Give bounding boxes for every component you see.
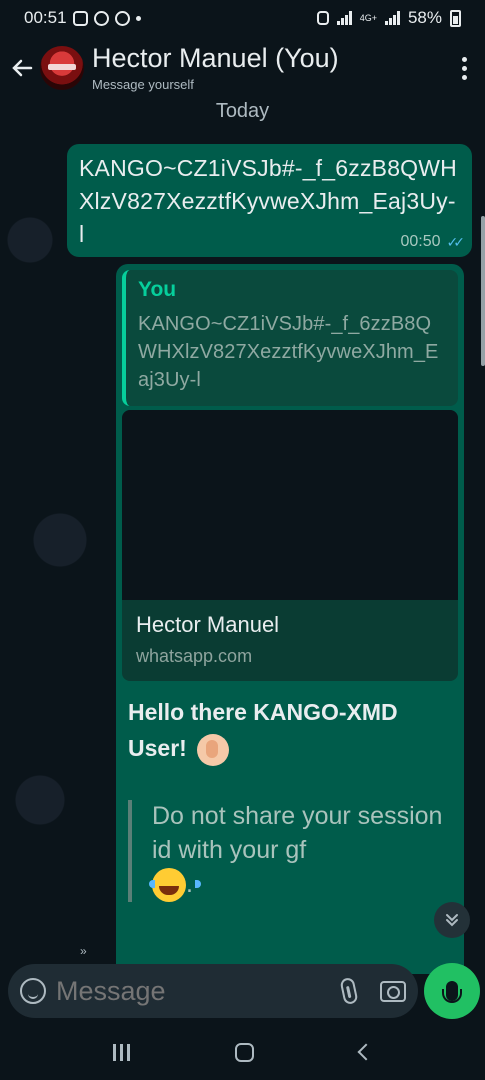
message-time: 00:50 <box>400 233 441 250</box>
home-icon[interactable] <box>235 1042 255 1062</box>
chat-header: Hector Manuel (You) Message yourself <box>0 36 485 100</box>
status-bar: 00:51 4G+ 58% <box>0 0 485 36</box>
greeting-label: Hello there KANGO-XMD User! <box>128 699 398 761</box>
gallery-notification-icon <box>72 10 88 26</box>
telegram-notification-icon <box>114 10 130 26</box>
link-preview-thumbnail <box>122 410 458 600</box>
laughing-tears-icon <box>149 868 201 903</box>
reply-message-bubble[interactable]: You KANGO~CZ1iVSJb#-_f_6zzB8QWHXlzV827Xe… <box>116 264 464 974</box>
contact-subtitle: Message yourself <box>92 76 194 92</box>
forward-icon[interactable]: » <box>80 944 87 958</box>
link-preview-url: whatsapp.com <box>136 646 253 666</box>
link-preview[interactable]: Hector Manuel whatsapp.com <box>122 410 458 681</box>
message-bubble[interactable]: KANGO~CZ1iVSJb#-_f_6zzB8QWHXlzV827Xezztf… <box>67 144 472 257</box>
battery-percent: 58% <box>407 8 442 27</box>
link-preview-title: Hector Manuel <box>136 612 280 637</box>
signal-1-icon <box>336 11 352 25</box>
voice-message-button[interactable] <box>424 963 480 1019</box>
network-type: 4G+ <box>359 13 377 23</box>
quote-block: Do not share your session id with your g… <box>128 800 458 903</box>
quoted-text: KANGO~CZ1iVSJb#-_f_6zzB8QWHXlzV827Xezztf… <box>138 313 439 391</box>
recent-apps-icon[interactable] <box>112 1043 130 1061</box>
double-check-icon: ✓✓ <box>446 233 466 250</box>
whatsapp-notification-icon <box>93 10 109 26</box>
vpn-lock-icon <box>316 11 329 25</box>
camera-icon[interactable] <box>380 980 406 1002</box>
system-nav-bar <box>0 1024 485 1080</box>
contact-info[interactable]: Hector Manuel (You) Message yourself <box>92 43 339 92</box>
paperclip-icon[interactable] <box>339 976 359 1006</box>
message-meta: 00:50 ✓✓ <box>400 233 466 251</box>
mic-icon <box>442 981 462 1003</box>
date-chip: Today <box>0 100 485 123</box>
battery-icon <box>450 9 461 27</box>
avatar[interactable] <box>40 46 84 90</box>
back-arrow-icon[interactable] <box>4 48 40 88</box>
quoted-message[interactable]: You KANGO~CZ1iVSJb#-_f_6zzB8QWHXlzV827Xe… <box>122 270 458 406</box>
scrollbar[interactable] <box>481 216 485 366</box>
quoted-author: You <box>138 278 177 301</box>
more-vert-icon[interactable] <box>462 56 467 80</box>
more-notifications-icon <box>135 15 141 21</box>
chat-area[interactable]: Today KANGO~CZ1iVSJb#-_f_6zzB8QWHXlzV827… <box>0 100 485 974</box>
signal-2-icon <box>384 11 400 25</box>
nav-back-icon[interactable] <box>357 1043 375 1061</box>
emoji-icon[interactable] <box>20 978 46 1004</box>
chevron-double-down-icon <box>446 914 458 927</box>
quote-block-text: Do not share your session id with your g… <box>152 802 443 865</box>
scroll-down-button[interactable] <box>434 902 470 938</box>
date-label: Today <box>215 100 270 122</box>
status-time: 00:51 <box>24 8 67 27</box>
waving-hand-icon <box>197 733 230 766</box>
greeting-text: Hello there KANGO-XMD User! <box>122 681 458 766</box>
message-input[interactable] <box>56 975 306 1007</box>
contact-name: Hector Manuel (You) <box>92 43 339 74</box>
message-composer <box>8 964 418 1018</box>
